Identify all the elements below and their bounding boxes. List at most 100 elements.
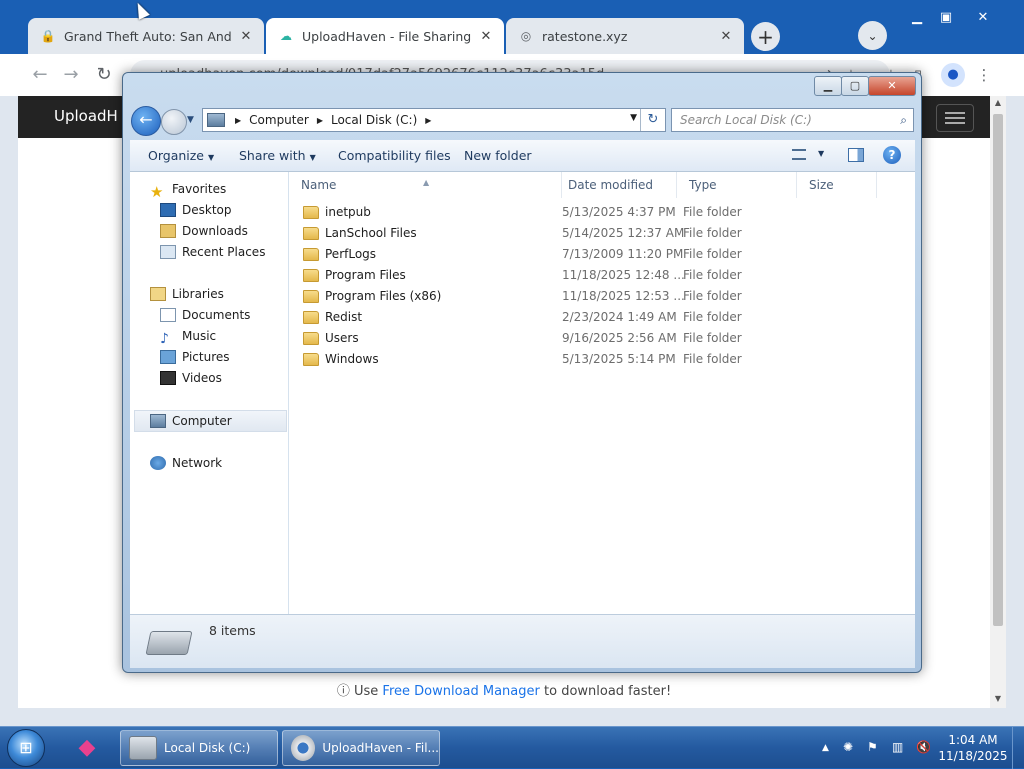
back-arrow-icon[interactable]: ← bbox=[131, 106, 161, 136]
file-type: File folder bbox=[683, 289, 742, 303]
system-clock[interactable]: 1:04 AM 11/18/2025 bbox=[938, 732, 1008, 764]
uploadhaven-icon: ☁ bbox=[280, 29, 292, 43]
nav-network[interactable]: Network bbox=[150, 453, 222, 473]
network-status-icon[interactable]: ▥ bbox=[892, 740, 903, 754]
nav-computer[interactable]: Computer bbox=[150, 411, 232, 431]
scroll-up-icon[interactable]: ▲ bbox=[990, 98, 1006, 107]
clock-time: 1:04 AM bbox=[948, 733, 998, 747]
reload-icon[interactable]: ↻ bbox=[93, 64, 115, 86]
command-bar: Organize ▼ Share with ▼ Compatibility file… bbox=[130, 140, 915, 172]
page-scrollbar[interactable]: ▲ ▼ bbox=[990, 96, 1006, 708]
chevron-right-icon[interactable]: ▶ bbox=[235, 116, 241, 125]
chevron-right-icon[interactable]: ▶ bbox=[317, 116, 323, 125]
explorer-address-bar[interactable]: ▶ Computer ▶ Local Disk (C:) ▶ ▼ ↻ bbox=[202, 108, 666, 132]
compatibility-files-button[interactable]: Compatibility files bbox=[338, 148, 451, 163]
nav-desktop[interactable]: Desktop bbox=[160, 200, 232, 220]
pictures-icon bbox=[160, 350, 176, 364]
globe-icon: ◎ bbox=[520, 29, 532, 43]
clock-date: 11/18/2025 bbox=[938, 749, 1008, 763]
address-dropdown-icon[interactable]: ▼ bbox=[630, 113, 637, 123]
new-folder-button[interactable]: New folder bbox=[464, 148, 532, 163]
column-header-size[interactable]: Size bbox=[797, 172, 877, 198]
pinned-app-icon[interactable]: ◆ bbox=[68, 733, 106, 763]
tab-uploadhaven[interactable]: ☁ UploadHaven - File Sharing Mad ✕ bbox=[266, 18, 504, 54]
file-row[interactable]: LanSchool Files 5/14/2025 12:37 AM File fo… bbox=[289, 223, 915, 244]
nav-videos[interactable]: Videos bbox=[160, 368, 222, 388]
action-center-flag-icon[interactable]: ⚑ bbox=[867, 740, 878, 754]
nav-pictures[interactable]: Pictures bbox=[160, 347, 230, 367]
column-header-date[interactable]: Date modified bbox=[556, 172, 677, 198]
help-icon[interactable]: ? bbox=[883, 146, 901, 164]
taskbar-button-label: Local Disk (C:) bbox=[164, 741, 251, 755]
desktop-icon bbox=[160, 203, 176, 217]
breadcrumb-computer[interactable]: Computer bbox=[249, 113, 309, 127]
details-pane: 8 items bbox=[130, 614, 915, 668]
recent-pages-icon[interactable]: ▼ bbox=[187, 115, 194, 125]
close-icon[interactable]: ✕ bbox=[968, 10, 998, 25]
menu-dots-icon[interactable]: ⋮ bbox=[973, 64, 995, 86]
fdm-link[interactable]: Free Download Manager bbox=[382, 684, 539, 699]
minimize-icon[interactable]: ▁ bbox=[902, 10, 932, 25]
file-row[interactable]: PerfLogs 7/13/2009 11:20 PM File folder bbox=[289, 244, 915, 265]
volume-muted-icon[interactable]: 🔇 bbox=[916, 740, 931, 754]
search-icon[interactable]: ⌕ bbox=[900, 109, 907, 131]
file-type: File folder bbox=[683, 226, 742, 240]
tip-prefix: ⓘ Use bbox=[336, 684, 383, 699]
nav-favorites[interactable]: ★ Favorites bbox=[150, 179, 226, 201]
profile-avatar-icon[interactable]: ● bbox=[941, 63, 965, 87]
hamburger-menu-icon[interactable] bbox=[936, 104, 974, 132]
file-row[interactable]: Windows 5/13/2025 5:14 PM File folder bbox=[289, 349, 915, 370]
taskbar-chrome-button[interactable]: UploadHaven - Fil... bbox=[282, 730, 440, 766]
taskbar-explorer-button[interactable]: Local Disk (C:) bbox=[120, 730, 278, 766]
nav-libraries[interactable]: Libraries bbox=[150, 284, 224, 304]
chevron-right-icon[interactable]: ▶ bbox=[425, 116, 431, 125]
show-hidden-icons-icon[interactable]: ▲ bbox=[822, 743, 829, 753]
share-with-button[interactable]: Share with ▼ bbox=[239, 148, 316, 163]
tab-ratestone[interactable]: ◎ ratestone.xyz ✕ bbox=[506, 18, 744, 54]
file-row[interactable]: Users 9/16/2025 2:56 AM File folder bbox=[289, 328, 915, 349]
tab-close-icon[interactable]: ✕ bbox=[478, 29, 494, 44]
search-input[interactable]: Search Local Disk (C:) ⌕ bbox=[671, 108, 914, 132]
sync-icon[interactable]: ✺ bbox=[843, 740, 853, 754]
nav-recent-places[interactable]: Recent Places bbox=[160, 242, 265, 262]
explorer-close-icon[interactable]: ✕ bbox=[868, 76, 916, 96]
taskbar-button-label: UploadHaven - Fil... bbox=[322, 741, 439, 755]
show-desktop-button[interactable] bbox=[1012, 727, 1024, 769]
file-row[interactable]: Program Files 11/18/2025 12:48 ... File fo… bbox=[289, 265, 915, 286]
tab-close-icon[interactable]: ✕ bbox=[238, 29, 254, 44]
new-tab-button[interactable]: + bbox=[751, 22, 780, 51]
file-row[interactable]: inetpub 5/13/2025 4:37 PM File folder bbox=[289, 202, 915, 223]
refresh-icon[interactable]: ↻ bbox=[640, 109, 665, 131]
site-logo[interactable]: UploadH bbox=[54, 107, 118, 125]
nav-downloads[interactable]: Downloads bbox=[160, 221, 248, 241]
chevron-down-icon[interactable]: ▼ bbox=[818, 149, 824, 158]
file-row[interactable]: Redist 2/23/2024 1:49 AM File folder bbox=[289, 307, 915, 328]
explorer-minimize-icon[interactable]: ▁ bbox=[814, 76, 842, 96]
organize-button[interactable]: Organize ▼ bbox=[148, 148, 214, 163]
nav-music[interactable]: ♪ Music bbox=[160, 326, 216, 347]
column-header-name[interactable]: Name ▲ bbox=[289, 172, 562, 198]
column-header-type[interactable]: Type bbox=[677, 172, 797, 198]
maximize-icon[interactable]: ▣ bbox=[931, 10, 961, 25]
breadcrumb-local-disk[interactable]: Local Disk (C:) bbox=[331, 113, 417, 127]
file-row[interactable]: Program Files (x86) 11/18/2025 12:53 ... F… bbox=[289, 286, 915, 307]
windows-start-icon[interactable]: ⊞ bbox=[7, 729, 45, 767]
scroll-thumb[interactable] bbox=[993, 114, 1003, 626]
explorer-maximize-icon[interactable]: ▢ bbox=[841, 76, 869, 96]
nav-documents[interactable]: Documents bbox=[160, 305, 250, 325]
chrome-icon bbox=[291, 735, 316, 761]
folder-icon bbox=[303, 290, 319, 303]
scroll-down-icon[interactable]: ▼ bbox=[990, 694, 1006, 703]
forward-arrow-icon[interactable] bbox=[161, 109, 187, 135]
navigation-pane: ★ Favorites Desktop Downloads Recent Plac… bbox=[130, 172, 289, 614]
back-arrow-icon[interactable]: ← bbox=[29, 64, 51, 86]
lock-icon: 🔒 bbox=[40, 29, 56, 43]
view-options-icon[interactable] bbox=[792, 149, 806, 160]
forward-arrow-icon[interactable]: → bbox=[60, 64, 82, 86]
file-name: Redist bbox=[325, 310, 363, 324]
tab-close-icon[interactable]: ✕ bbox=[718, 29, 734, 44]
preview-pane-icon[interactable] bbox=[848, 148, 864, 162]
tab-gta[interactable]: 🔒 Grand Theft Auto: San Andreas | ✕ bbox=[28, 18, 264, 54]
nav-label: Libraries bbox=[172, 287, 224, 301]
tab-search-button[interactable]: ⌄ bbox=[858, 21, 887, 50]
